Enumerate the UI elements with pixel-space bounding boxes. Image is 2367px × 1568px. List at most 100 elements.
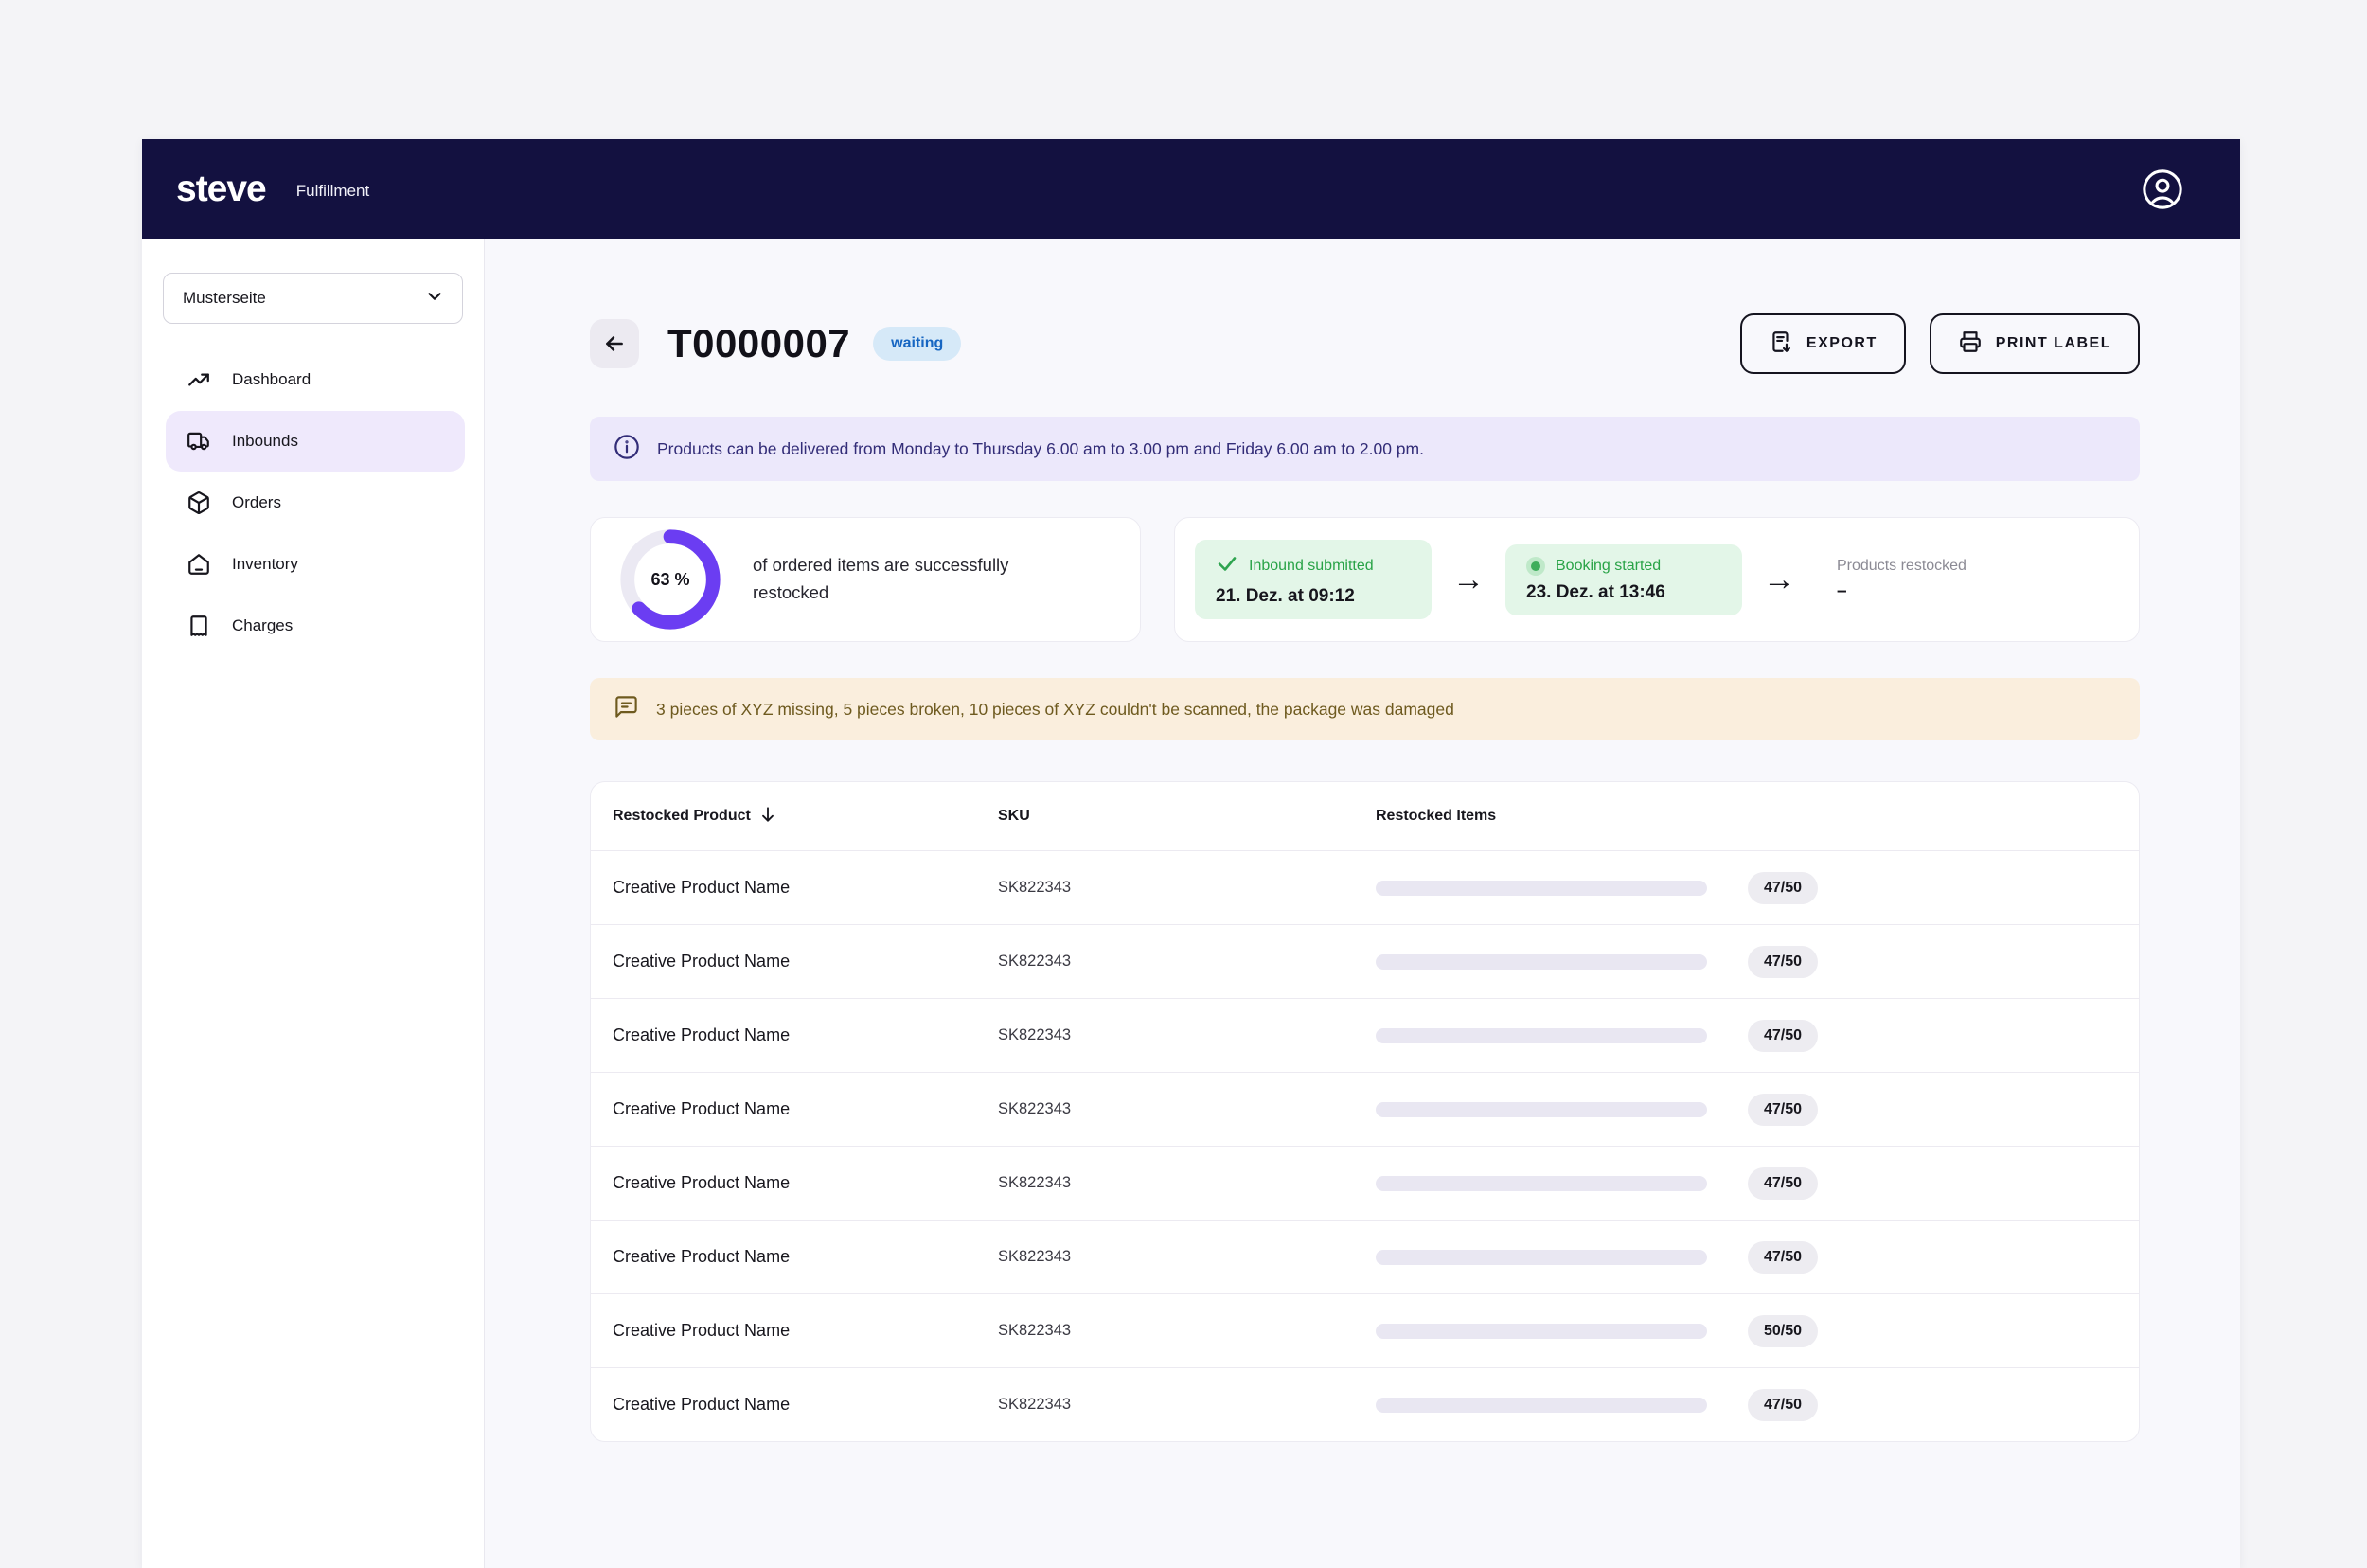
export-icon xyxy=(1769,330,1793,359)
warning-banner-text: 3 pieces of XYZ missing, 5 pieces broken… xyxy=(656,700,1454,720)
table-row[interactable]: Creative Product NameSK822343 47/50 xyxy=(591,1220,2139,1293)
sku-cell: SK822343 xyxy=(998,1026,1376,1044)
sidebar: Musterseite Dashboard Inbounds Orders Inven… xyxy=(142,239,485,1568)
print-label-button-label: PRINT LABEL xyxy=(1996,335,2111,352)
arrow-right-icon: → xyxy=(1452,563,1485,596)
export-button[interactable]: EXPORT xyxy=(1740,313,1906,374)
printer-icon xyxy=(1958,330,1983,359)
status-badge: waiting xyxy=(873,327,961,361)
timeline-step-1: Inbound submitted 21. Dez. at 09:12 xyxy=(1195,540,1432,619)
summary-row: 63 % of ordered items are successfully r… xyxy=(590,517,2140,642)
restock-count-badge: 47/50 xyxy=(1748,1020,1818,1052)
restock-count-badge: 47/50 xyxy=(1748,1167,1818,1200)
timeline-step-label: Products restocked xyxy=(1837,558,1967,575)
restock-progress-bar xyxy=(1376,881,1707,896)
product-name-cell: Creative Product Name xyxy=(613,952,998,971)
warning-banner: 3 pieces of XYZ missing, 5 pieces broken… xyxy=(590,678,2140,740)
info-icon xyxy=(614,434,640,465)
print-label-button[interactable]: PRINT LABEL xyxy=(1930,313,2140,374)
restock-donut-chart: 63 % xyxy=(614,524,726,635)
back-button[interactable] xyxy=(590,319,639,368)
table-row[interactable]: Creative Product NameSK822343 47/50 xyxy=(591,1367,2139,1441)
product-name-cell: Creative Product Name xyxy=(613,1321,998,1341)
restock-count-badge: 47/50 xyxy=(1748,1241,1818,1274)
product-name-cell: Creative Product Name xyxy=(613,1173,998,1193)
donut-percent-label: 63 % xyxy=(614,524,726,635)
timeline-step-2: Booking started 23. Dez. at 13:46 xyxy=(1505,544,1742,615)
sidebar-item-label: Dashboard xyxy=(232,370,311,389)
restock-progress-bar xyxy=(1376,1398,1707,1413)
column-restocked-product: Restocked Product xyxy=(613,808,751,825)
trending-up-icon xyxy=(187,367,211,392)
restock-count-badge: 47/50 xyxy=(1748,946,1818,978)
screen: steve Fulfillment Musterseite Dashboard I… xyxy=(0,0,2367,1568)
timeline-step-label: Inbound submitted xyxy=(1249,558,1374,575)
table-row[interactable]: Creative Product NameSK822343 50/50 xyxy=(591,1293,2139,1367)
restock-progress-bar xyxy=(1376,1102,1707,1117)
comment-icon xyxy=(614,694,639,724)
timeline-step-date: 21. Dez. at 09:12 xyxy=(1216,586,1411,607)
table-body: Creative Product NameSK82234347/50Creati… xyxy=(591,850,2139,1441)
check-icon xyxy=(1216,552,1238,579)
truck-icon xyxy=(187,429,211,454)
restock-count-badge: 47/50 xyxy=(1748,1389,1818,1421)
sidebar-item-label: Charges xyxy=(232,616,293,635)
product-name-cell: Creative Product Name xyxy=(613,1395,998,1415)
table-row[interactable]: Creative Product NameSK822343 47/50 xyxy=(591,1072,2139,1146)
table-row[interactable]: Creative Product NameSK822343 47/50 xyxy=(591,850,2139,924)
top-bar: steve Fulfillment xyxy=(142,139,2240,239)
restock-count-badge: 50/50 xyxy=(1748,1315,1818,1347)
sidebar-item-inbounds[interactable]: Inbounds xyxy=(166,411,465,472)
sku-cell: SK822343 xyxy=(998,879,1376,897)
restock-progress-bar xyxy=(1376,1324,1707,1339)
home-icon xyxy=(187,552,211,577)
restock-count-badge: 47/50 xyxy=(1748,1094,1818,1126)
user-avatar-icon[interactable] xyxy=(2140,167,2185,212)
sku-cell: SK822343 xyxy=(998,1174,1376,1192)
info-banner: Products can be delivered from Monday to… xyxy=(590,417,2140,481)
sku-cell: SK822343 xyxy=(998,1100,1376,1118)
status-timeline-card: Inbound submitted 21. Dez. at 09:12 → Booki… xyxy=(1174,517,2140,642)
sidebar-item-charges[interactable]: Charges xyxy=(166,596,465,656)
restock-count-badge: 47/50 xyxy=(1748,872,1818,904)
restock-progress-bar xyxy=(1376,1250,1707,1265)
product-name-cell: Creative Product Name xyxy=(613,1099,998,1119)
product-name-cell: Creative Product Name xyxy=(613,878,998,898)
restock-progress-bar xyxy=(1376,954,1707,970)
restock-progress-bar xyxy=(1376,1176,1707,1191)
sidebar-item-inventory[interactable]: Inventory xyxy=(166,534,465,595)
table-row[interactable]: Creative Product NameSK82234347/50 xyxy=(591,998,2139,1072)
sort-arrow-down-icon xyxy=(758,805,777,829)
timeline-step-date: – xyxy=(1837,581,2032,602)
table-row[interactable]: Creative Product NameSK822343 47/50 xyxy=(591,924,2139,998)
page-title: T0000007 xyxy=(667,321,850,366)
timeline-step-date: 23. Dez. at 13:46 xyxy=(1526,582,1721,603)
chevron-down-icon xyxy=(424,286,445,312)
sort-restocked-product[interactable]: Restocked Product xyxy=(613,805,998,829)
sku-cell: SK822343 xyxy=(998,953,1376,971)
sidebar-item-label: Inbounds xyxy=(232,432,298,451)
timeline-step-3: Products restocked – xyxy=(1816,545,2053,615)
column-sku: SKU xyxy=(998,808,1376,825)
column-restocked-items: Restocked Items xyxy=(1376,808,1748,825)
brand-logo: steve xyxy=(176,170,266,207)
page-header: T0000007 waiting EXPORT xyxy=(590,313,2140,374)
sku-cell: SK822343 xyxy=(998,1322,1376,1340)
restock-progress-bar xyxy=(1376,1028,1707,1043)
package-icon xyxy=(187,490,211,515)
arrow-right-icon: → xyxy=(1763,563,1795,596)
table-row[interactable]: Creative Product NameSK822343 47/50 xyxy=(591,1146,2139,1220)
active-dot-icon xyxy=(1526,557,1545,576)
sku-cell: SK822343 xyxy=(998,1396,1376,1414)
timeline-step-label: Booking started xyxy=(1556,558,1661,575)
sku-cell: SK822343 xyxy=(998,1248,1376,1266)
workspace-dropdown[interactable]: Musterseite xyxy=(163,273,463,324)
restock-stat-text: of ordered items are successfully restoc… xyxy=(753,552,1037,606)
receipt-icon xyxy=(187,614,211,638)
product-name-cell: Creative Product Name xyxy=(613,1247,998,1267)
sidebar-item-dashboard[interactable]: Dashboard xyxy=(166,349,465,410)
app-window: steve Fulfillment Musterseite Dashboard I… xyxy=(142,139,2240,1568)
sidebar-item-orders[interactable]: Orders xyxy=(166,472,465,533)
header-actions: EXPORT PRINT LABEL xyxy=(1740,313,2140,374)
sidebar-item-label: Orders xyxy=(232,493,281,512)
